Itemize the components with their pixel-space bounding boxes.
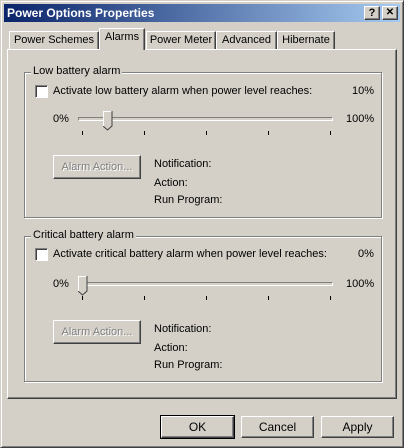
low-slider-min-label: 0% xyxy=(53,113,69,125)
low-slider-tick xyxy=(206,131,207,135)
critical-slider-tick xyxy=(144,296,145,300)
critical-slider-tick xyxy=(330,296,331,300)
low-slider-tick xyxy=(268,131,269,135)
low-alarm-checkbox[interactable] xyxy=(35,85,48,98)
critical-slider-tick xyxy=(268,296,269,300)
low-action-label: Action: xyxy=(154,177,188,189)
critical-slider-max-label: 100% xyxy=(346,278,375,290)
low-slider-tick xyxy=(82,131,83,135)
critical-notification-label: Notification: xyxy=(154,323,212,335)
critical-battery-group-label: Critical battery alarm xyxy=(31,229,136,241)
low-slider-track[interactable] xyxy=(78,117,333,121)
low-alarm-action-button[interactable]: Alarm Action... xyxy=(53,155,141,179)
window-title: Power Options Properties xyxy=(7,6,155,20)
critical-alarm-level: 0% xyxy=(358,248,374,260)
low-alarm-level: 10% xyxy=(352,85,375,97)
ok-button[interactable]: OK xyxy=(160,415,235,439)
tab-power-meter[interactable]: Power Meter xyxy=(146,31,216,50)
help-button[interactable]: ? xyxy=(364,6,380,20)
critical-slider-track[interactable] xyxy=(78,282,333,286)
critical-alarm-action-button[interactable]: Alarm Action... xyxy=(53,320,141,344)
low-slider-tick xyxy=(144,131,145,135)
low-notification-label: Notification: xyxy=(154,158,212,170)
low-run-program-label: Run Program: xyxy=(154,194,223,206)
apply-button[interactable]: Apply xyxy=(321,416,394,438)
critical-alarm-checkbox-label: Activate critical battery alarm when pow… xyxy=(53,248,327,260)
cancel-button[interactable]: Cancel xyxy=(241,416,314,438)
critical-slider-tick xyxy=(82,296,83,300)
tab-advanced[interactable]: Advanced xyxy=(216,31,277,50)
critical-slider-tick xyxy=(206,296,207,300)
critical-run-program-label: Run Program: xyxy=(154,359,223,371)
tab-hibernate[interactable]: Hibernate xyxy=(277,31,335,50)
power-options-window: Power Options Properties ? ✕ Power Schem… xyxy=(0,0,404,448)
low-battery-group-label: Low battery alarm xyxy=(31,65,123,77)
low-slider-max-label: 100% xyxy=(346,113,375,125)
critical-alarm-checkbox[interactable] xyxy=(35,248,48,261)
critical-action-label: Action: xyxy=(154,342,188,354)
critical-slider-min-label: 0% xyxy=(53,278,69,290)
critical-slider-thumb[interactable] xyxy=(78,276,88,296)
close-button[interactable]: ✕ xyxy=(382,6,398,20)
tab-alarms[interactable]: Alarms xyxy=(99,28,145,50)
low-slider-thumb[interactable] xyxy=(103,111,113,131)
tab-power-schemes[interactable]: Power Schemes xyxy=(9,31,99,50)
low-slider-tick xyxy=(330,131,331,135)
low-alarm-checkbox-label: Activate low battery alarm when power le… xyxy=(53,85,313,97)
title-bar: Power Options Properties ? ✕ xyxy=(4,4,400,22)
